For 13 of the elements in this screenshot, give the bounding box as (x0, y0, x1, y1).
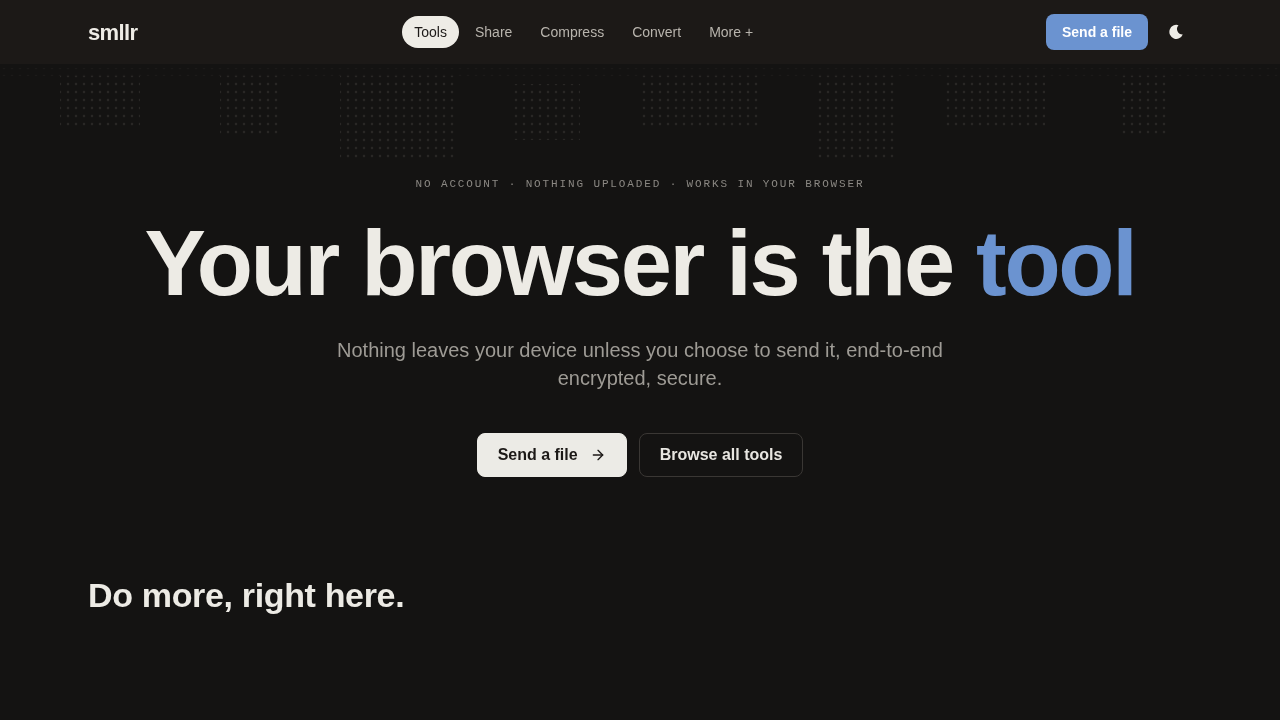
nav-link[interactable]: More + (697, 16, 766, 48)
nav-link[interactable]: Convert (620, 16, 694, 48)
hero-headline: Your browser is the tool (144, 217, 1136, 309)
eyebrow-text: NO ACCOUNT · NOTHING UPLOADED · WORKS IN YOUR BROWSER (415, 177, 865, 192)
section-heading: Do more, right here. (88, 578, 406, 612)
nav-link[interactable]: Compress (528, 16, 617, 48)
logo[interactable]: smllr (88, 15, 138, 49)
nav-link[interactable]: Tools (402, 16, 459, 48)
hero-subtitle: Nothing leaves your device unless you choose to send it, end-to-end encrypted, secure. (336, 338, 944, 391)
send-file-button[interactable]: Send a file (476, 433, 627, 477)
browse-tools-button[interactable]: Browse all tools (638, 433, 804, 477)
moon-icon (1168, 24, 1184, 40)
nav-link[interactable]: Share (463, 16, 525, 48)
